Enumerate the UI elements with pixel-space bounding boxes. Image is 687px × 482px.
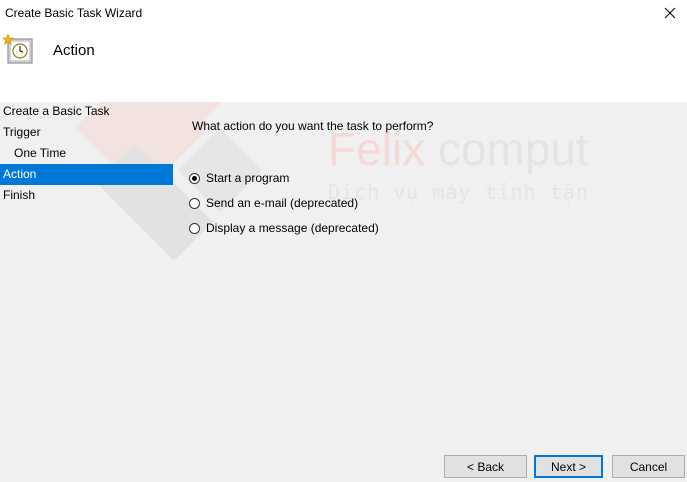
option-send-email[interactable]: Send an e-mail (deprecated) — [189, 194, 358, 212]
option-display-message[interactable]: Display a message (deprecated) — [189, 219, 379, 237]
watermark-tagline: Dịch vụ máy tính tận — [328, 180, 589, 204]
nav-item-create-basic-task[interactable]: Create a Basic Task — [0, 101, 173, 122]
radio-start-program[interactable] — [189, 172, 200, 184]
option-start-program[interactable]: Start a program — [189, 169, 289, 187]
option-label: Display a message (deprecated) — [206, 221, 379, 235]
next-button[interactable]: Next > — [534, 455, 603, 478]
scheduled-task-clock-icon — [2, 33, 33, 64]
back-button[interactable]: < Back — [444, 455, 527, 478]
nav-item-finish[interactable]: Finish — [0, 185, 173, 206]
cancel-button[interactable]: Cancel — [612, 455, 685, 478]
action-question: What action do you want the task to perf… — [192, 119, 434, 133]
wizard-header: Action — [0, 26, 687, 102]
close-button[interactable] — [653, 0, 687, 26]
nav-item-one-time[interactable]: One Time — [0, 143, 173, 164]
wizard-steps-nav: Create a Basic Task Trigger One Time Act… — [0, 101, 173, 206]
radio-display-message[interactable] — [189, 222, 200, 234]
nav-item-action[interactable]: Action — [0, 164, 173, 185]
page-title: Action — [53, 42, 95, 59]
option-label: Start a program — [206, 171, 290, 185]
nav-item-trigger[interactable]: Trigger — [0, 122, 173, 143]
close-icon — [664, 7, 676, 19]
radio-send-email[interactable] — [189, 197, 200, 209]
title-bar: Create Basic Task Wizard — [0, 0, 687, 26]
window-title: Create Basic Task Wizard — [5, 6, 143, 20]
option-label: Send an e-mail (deprecated) — [206, 196, 359, 210]
